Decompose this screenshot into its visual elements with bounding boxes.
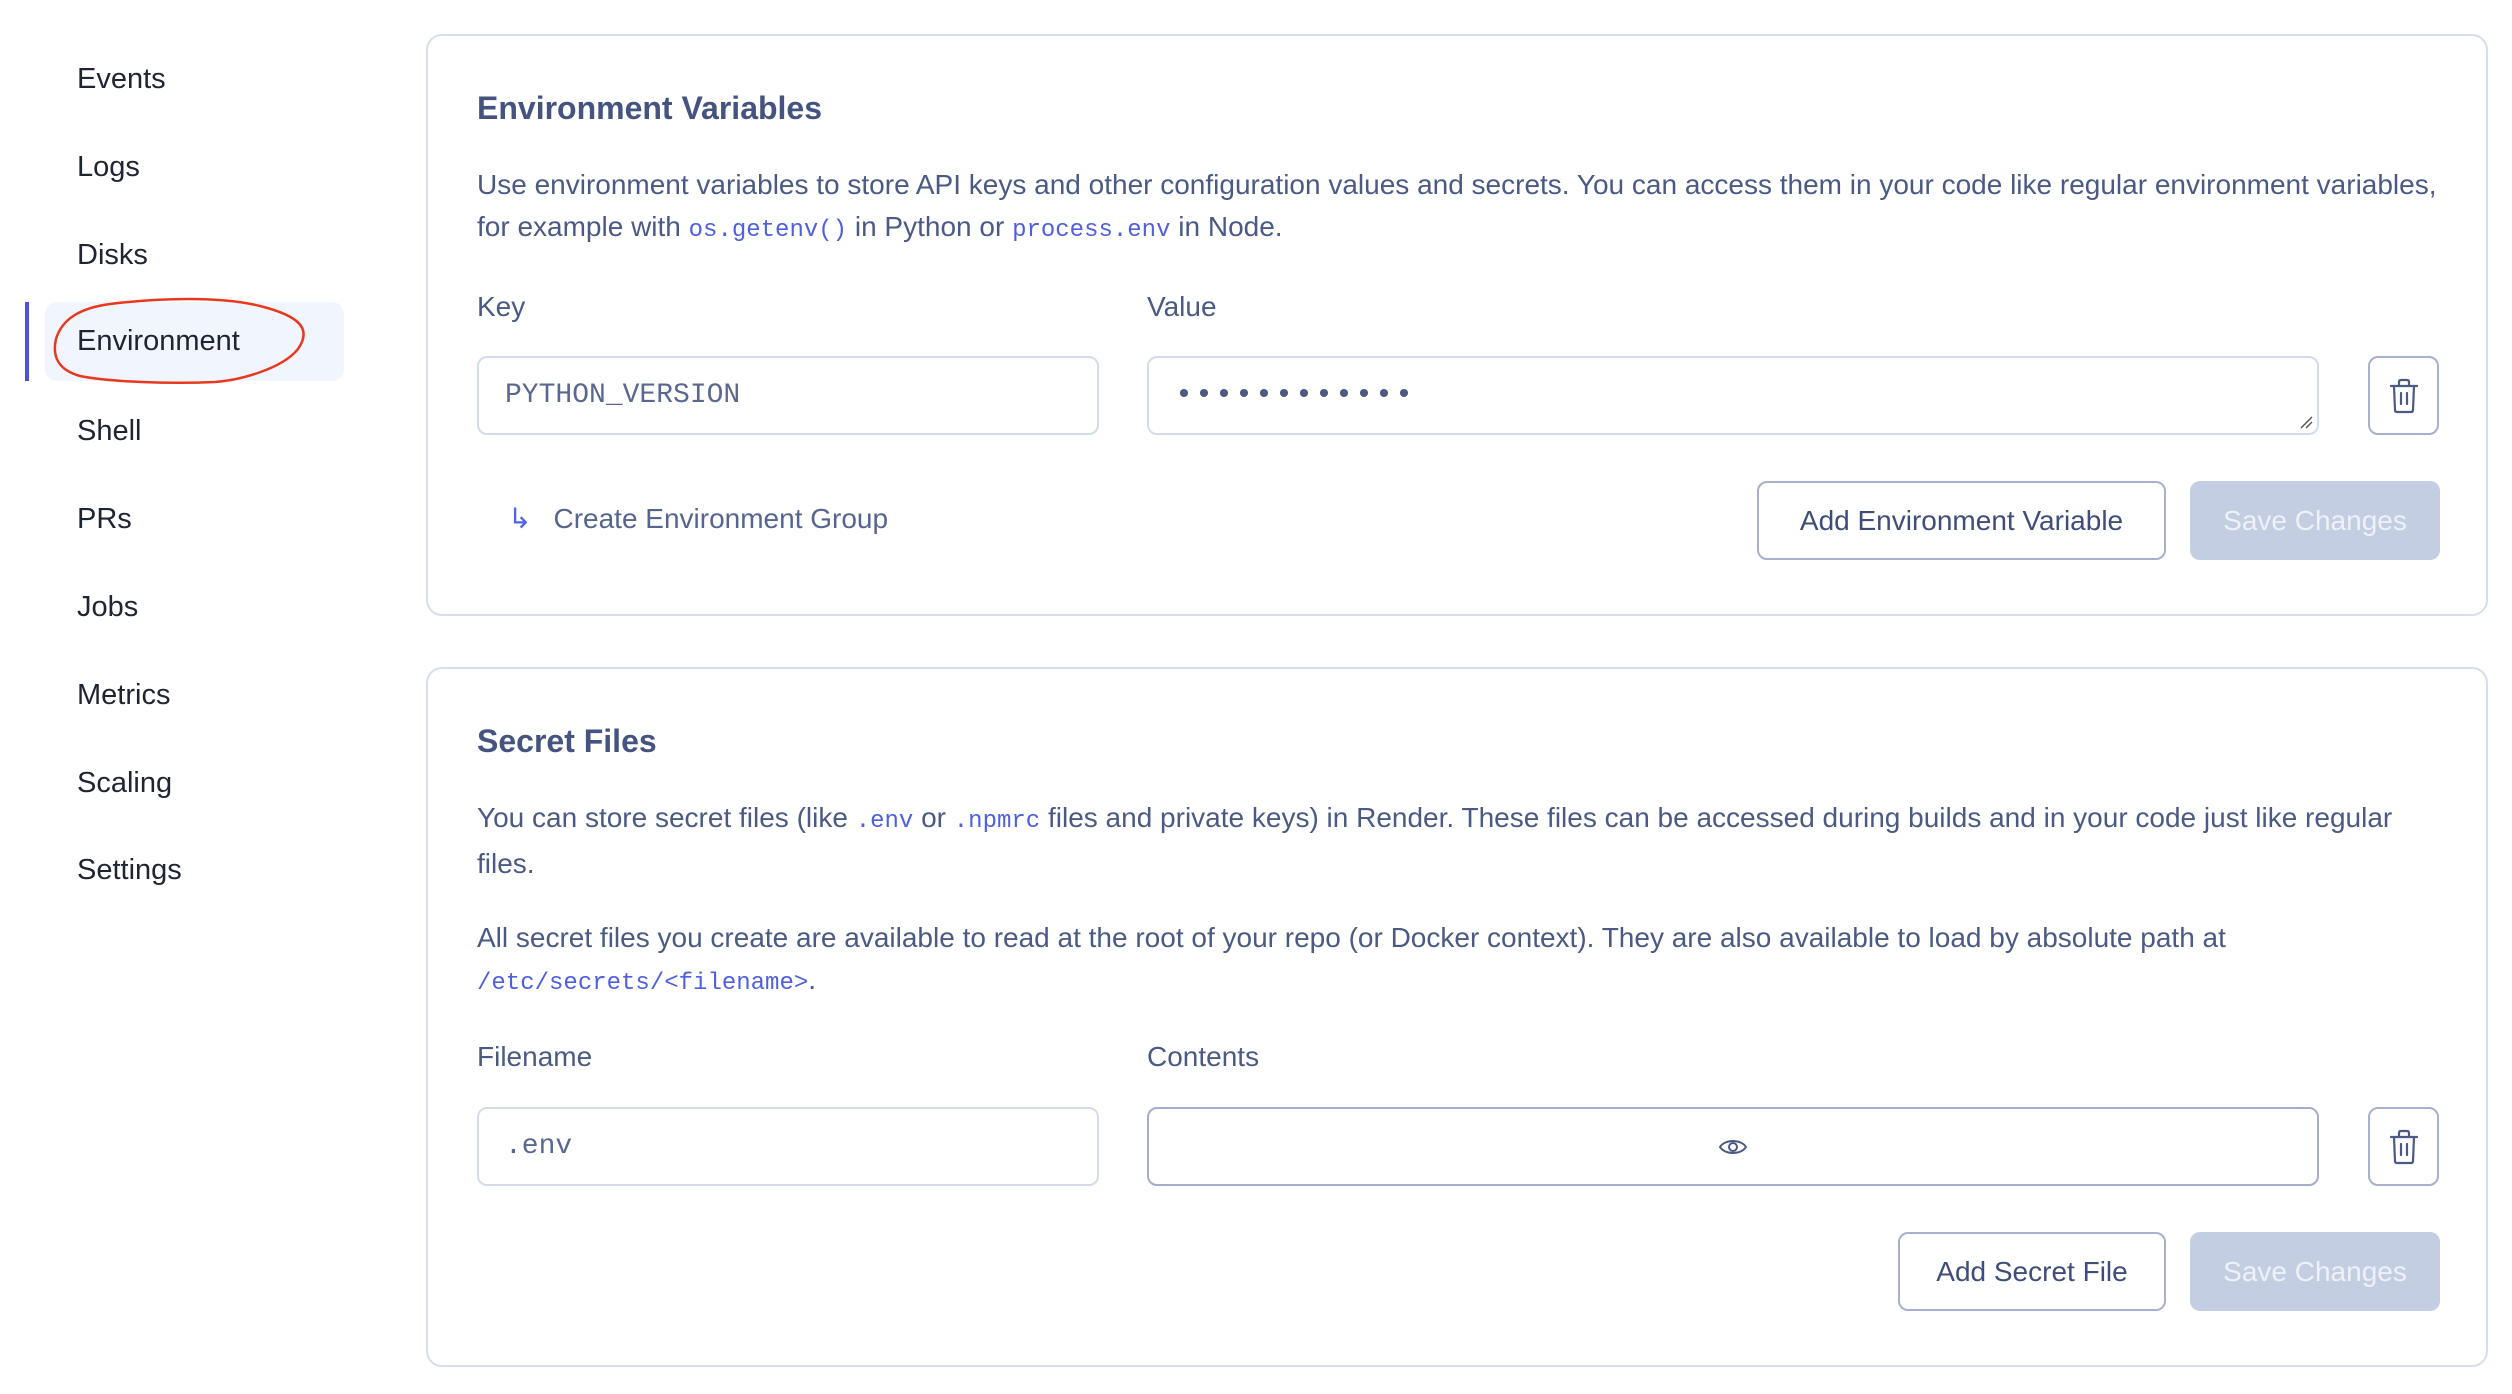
- filename-input[interactable]: .env: [477, 1107, 1099, 1186]
- sidebar-item-shell[interactable]: Shell: [45, 392, 344, 471]
- sidebar-item-label: PRs: [77, 503, 132, 535]
- sidebar-item-label: Settings: [77, 854, 182, 886]
- sidebar-item-label: Jobs: [77, 591, 139, 623]
- inline-code: .npmrc: [953, 808, 1041, 835]
- section-description-2: All secret files you create are availabl…: [477, 917, 2437, 1005]
- return-arrow-icon: ↳: [508, 503, 532, 534]
- sidebar: Events Logs Disks Environment Shell PRs …: [0, 0, 400, 1394]
- trash-icon: [2389, 1129, 2418, 1164]
- sidebar-item-label: Metrics: [77, 679, 171, 711]
- sidebar-item-events[interactable]: Events: [45, 40, 344, 119]
- inline-code: /etc/secrets/<filename>: [477, 970, 809, 997]
- inline-code: os.getenv(): [688, 217, 848, 244]
- eye-icon[interactable]: [1718, 1136, 1748, 1158]
- section-description: Use environment variables to store API k…: [477, 164, 2437, 252]
- sidebar-item-label: Disks: [77, 239, 148, 271]
- sidebar-item-disks[interactable]: Disks: [45, 216, 344, 295]
- sidebar-item-label: Shell: [77, 415, 142, 447]
- create-environment-group-link[interactable]: ↳ Create Environment Group: [508, 502, 888, 535]
- sidebar-item-label: Logs: [77, 151, 140, 183]
- trash-icon: [2389, 378, 2418, 413]
- button-label: Save Changes: [2223, 1255, 2407, 1287]
- description-text: You can store secret files (like: [477, 802, 856, 833]
- contents-label: Contents: [1147, 1041, 1260, 1072]
- save-changes-button[interactable]: Save Changes: [2190, 481, 2440, 560]
- sidebar-item-metrics[interactable]: Metrics: [45, 656, 344, 735]
- filename-label: Filename: [477, 1041, 593, 1072]
- sidebar-item-logs[interactable]: Logs: [45, 128, 344, 207]
- key-value: PYTHON_VERSION: [505, 380, 741, 411]
- sidebar-item-label: Scaling: [77, 767, 173, 799]
- sidebar-item-settings[interactable]: Settings: [45, 831, 344, 910]
- section-title: Environment Variables: [477, 90, 823, 126]
- section-description: You can store secret files (like .env or…: [477, 797, 2437, 885]
- save-changes-button[interactable]: Save Changes: [2190, 1232, 2440, 1311]
- environment-variables-card: Environment Variables Use environment va…: [426, 34, 2488, 616]
- description-text: .: [808, 964, 817, 995]
- delete-secret-file-button[interactable]: [2368, 1107, 2439, 1186]
- description-text: or: [913, 802, 954, 833]
- section-title: Secret Files: [477, 723, 657, 759]
- sidebar-item-environment[interactable]: Environment: [45, 302, 344, 381]
- sidebar-item-label: Events: [77, 63, 166, 95]
- sidebar-item-jobs[interactable]: Jobs: [45, 568, 344, 647]
- key-label: Key: [477, 291, 526, 322]
- key-input[interactable]: PYTHON_VERSION: [477, 356, 1099, 435]
- delete-variable-button[interactable]: [2368, 356, 2439, 435]
- masked-value: ••••••••••••: [1175, 378, 1416, 413]
- value-label: Value: [1147, 291, 1217, 322]
- value-input[interactable]: ••••••••••••: [1147, 356, 2319, 435]
- description-text: in Node.: [1170, 211, 1283, 242]
- link-label: Create Environment Group: [553, 502, 889, 534]
- add-secret-file-button[interactable]: Add Secret File: [1898, 1232, 2166, 1311]
- description-text: All secret files you create are availabl…: [477, 922, 2226, 953]
- button-label: Add Environment Variable: [1799, 504, 2124, 536]
- resize-handle-icon[interactable]: [2299, 415, 2313, 429]
- sidebar-item-label: Environment: [77, 325, 240, 357]
- sidebar-item-prs[interactable]: PRs: [45, 480, 344, 559]
- inline-code: .env: [855, 808, 914, 835]
- contents-input[interactable]: [1147, 1107, 2319, 1186]
- button-label: Save Changes: [2223, 504, 2407, 536]
- inline-code: process.env: [1012, 217, 1171, 244]
- button-label: Add Secret File: [1936, 1255, 2128, 1287]
- add-environment-variable-button[interactable]: Add Environment Variable: [1757, 481, 2166, 560]
- sidebar-item-scaling[interactable]: Scaling: [45, 744, 344, 823]
- filename-value: .env: [505, 1131, 573, 1162]
- active-indicator: [25, 302, 29, 381]
- description-text: in Python or: [847, 211, 1013, 242]
- secret-files-card: Secret Files You can store secret files …: [426, 667, 2488, 1367]
